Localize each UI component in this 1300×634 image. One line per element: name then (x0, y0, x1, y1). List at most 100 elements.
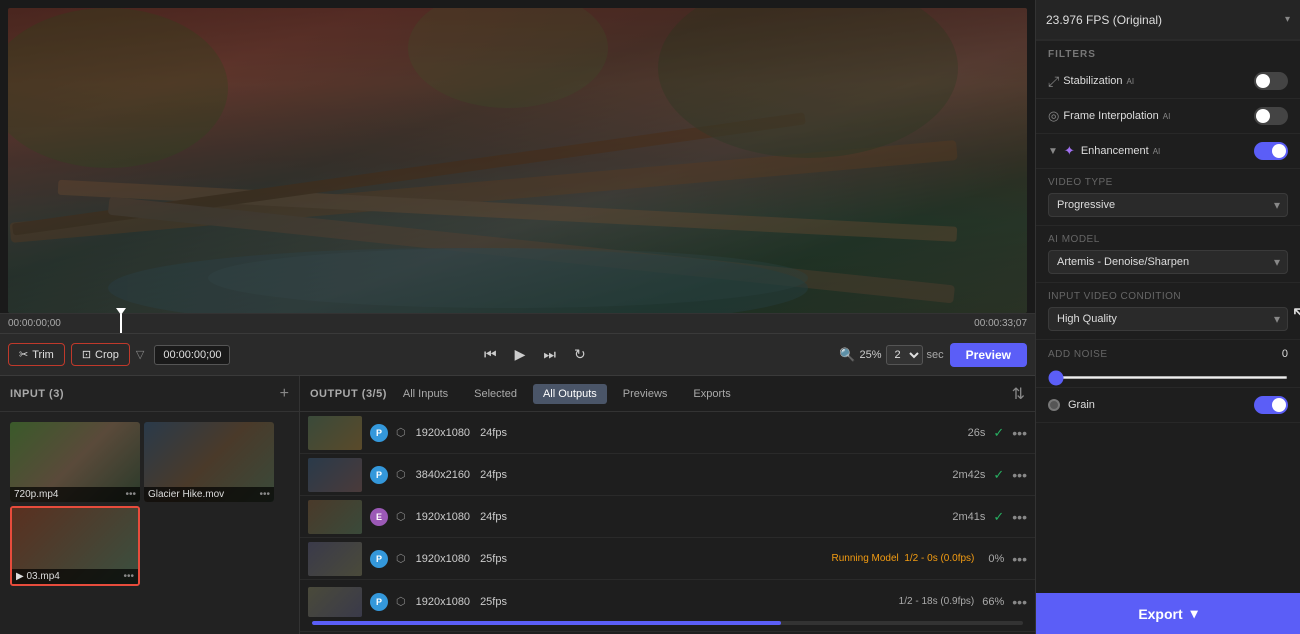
tab-previews[interactable]: Previews (613, 384, 678, 404)
time-display[interactable]: 00:00:00;00 (154, 345, 230, 365)
check-icon-1: ✓ (993, 425, 1004, 441)
enhancement-sparkle-icon: ✦ (1064, 143, 1075, 159)
badge-p-1: P (370, 424, 388, 442)
output-row-4[interactable]: P ⬡ 1920x1080 25fps Running Model 1/2 - … (300, 538, 1035, 580)
add-input-button[interactable]: + (280, 386, 289, 402)
output-fps-5: 25fps (480, 596, 507, 608)
input-thumb-3[interactable]: ▶ 03.mp4 ••• (10, 506, 140, 586)
tab-all-outputs[interactable]: All Outputs (533, 384, 607, 404)
output-icon-1: ⬡ (396, 426, 406, 439)
tab-selected[interactable]: Selected (464, 384, 527, 404)
add-noise-slider[interactable] (1048, 376, 1288, 379)
step-back-button[interactable]: ⏮ (478, 342, 503, 367)
trim-label: Trim (32, 349, 54, 361)
tab-all-inputs[interactable]: All Inputs (393, 384, 458, 404)
output-res-5: 1920x1080 (416, 596, 470, 608)
input-condition-wrapper: High Quality Low Quality Very Compressed… (1048, 307, 1288, 331)
controls-row: ✂ Trim ⊡ Crop ▽ 00:00:00;00 ⏮ ▶ ⏭ ↻ 🔍 25… (0, 334, 1035, 376)
ai-model-label: AI MODEL (1048, 234, 1288, 245)
filters-header: FILTERS (1036, 41, 1300, 64)
frame-interpolation-toggle[interactable] (1254, 107, 1288, 125)
ai-model-wrapper: Artemis - Denoise/Sharpen Gaia - HQ Thei… (1048, 250, 1288, 274)
output-row-1[interactable]: P ⬡ 1920x1080 24fps 26s ✓ ••• (300, 412, 1035, 454)
output-res-1: 1920x1080 (416, 427, 470, 439)
output-fps-1: 24fps (480, 427, 507, 439)
ai-model-select[interactable]: Artemis - Denoise/Sharpen Gaia - HQ Thei… (1048, 250, 1288, 274)
crop-label: Crop (95, 349, 119, 361)
output-info-2: ⬡ 3840x2160 24fps (396, 468, 944, 481)
enhancement-name: Enhancement AI (1081, 145, 1248, 157)
more-button-1[interactable]: ••• (1012, 425, 1027, 441)
scissors-icon: ✂ (19, 348, 28, 361)
output-row-2[interactable]: P ⬡ 3840x2160 24fps 2m42s ✓ ••• (300, 454, 1035, 496)
frame-interpolation-icon: ◎ (1048, 108, 1059, 124)
enhancement-header[interactable]: ▼ ✦ Enhancement AI (1036, 134, 1300, 169)
thumb-more-1[interactable]: ••• (125, 489, 136, 500)
video-type-label: VIDEO TYPE (1048, 177, 1288, 188)
output-thumb-5 (308, 587, 362, 617)
step-forward-button[interactable]: ⏭ (537, 342, 562, 367)
percent-5: 66% (982, 596, 1004, 608)
check-icon-2: ✓ (993, 467, 1004, 483)
input-condition-select[interactable]: High Quality Low Quality Very Compressed (1048, 307, 1288, 331)
preview-button[interactable]: Preview (950, 343, 1027, 367)
zoom-select[interactable]: 2 4 8 (886, 345, 923, 365)
grain-row: Grain (1036, 388, 1300, 423)
input-panel: INPUT (3) + 720p.mp4 ••• Glacier Hike.mo… (0, 376, 300, 634)
collapse-icon: ▼ (1048, 146, 1058, 157)
output-row-5[interactable]: P ⬡ 1920x1080 25fps 1/2 - 18s (0.9fps) 6… (300, 580, 1035, 632)
more-button-4[interactable]: ••• (1012, 551, 1027, 567)
fps-label: 23.976 FPS (Original) (1046, 13, 1162, 27)
loop-button[interactable]: ↻ (568, 342, 592, 367)
output-row-3[interactable]: E ⬡ 1920x1080 24fps 2m41s ✓ ••• (300, 496, 1035, 538)
thumb-more-2[interactable]: ••• (259, 489, 270, 500)
trim-button[interactable]: ✂ Trim (8, 343, 65, 366)
output-thumb-1 (308, 416, 362, 450)
grain-toggle[interactable] (1254, 396, 1288, 414)
frame-interpolation-row: ◎ Frame Interpolation AI (1036, 99, 1300, 134)
more-button-5[interactable]: ••• (1012, 594, 1027, 610)
playhead[interactable] (120, 314, 122, 333)
io-area: INPUT (3) + 720p.mp4 ••• Glacier Hike.mo… (0, 376, 1035, 634)
stabilization-toggle[interactable] (1254, 72, 1288, 90)
input-panel-header: INPUT (3) + (0, 376, 299, 412)
export-button[interactable]: Export ▾ (1036, 593, 1300, 634)
output-res-2: 3840x2160 (416, 469, 470, 481)
time-start: 00:00:00;00 (8, 318, 61, 329)
output-icon-2: ⬡ (396, 468, 406, 481)
sort-button[interactable]: ⇅ (1012, 384, 1025, 404)
stabilization-row: ⤢ Stabilization AI (1036, 64, 1300, 99)
more-button-2[interactable]: ••• (1012, 467, 1027, 483)
output-thumb-4 (308, 542, 362, 576)
progress-bar-5 (312, 621, 1023, 625)
timeline-ruler[interactable]: 00:00:00;00 00:00:33;07 (0, 314, 1035, 334)
output-duration-3: 2m41s (952, 511, 985, 523)
ai-model-section: AI MODEL Artemis - Denoise/Sharpen Gaia … (1036, 226, 1300, 283)
output-info-5: ⬡ 1920x1080 25fps (396, 595, 891, 608)
tab-exports[interactable]: Exports (683, 384, 740, 404)
add-noise-section: ADD NOISE 0 (1036, 340, 1300, 388)
stabilization-icon: ⤢ (1048, 73, 1059, 90)
zoom-icon: 🔍 (839, 347, 855, 363)
stabilization-icon-area: ⤢ Stabilization AI (1048, 73, 1246, 90)
enhancement-toggle[interactable] (1254, 142, 1288, 160)
input-thumb-1[interactable]: 720p.mp4 ••• (10, 422, 140, 502)
input-thumb-2[interactable]: Glacier Hike.mov ••• (144, 422, 274, 502)
running-label-4: Running Model 1/2 - 0s (0.0fps) (832, 553, 975, 564)
thumb-more-3[interactable]: ••• (123, 571, 134, 582)
output-duration-1: 26s (968, 427, 986, 439)
playhead-flag-icon: ▽ (136, 348, 144, 361)
output-res-3: 1920x1080 (416, 511, 470, 523)
play-button[interactable]: ▶ (509, 342, 532, 367)
add-noise-label: ADD NOISE (1048, 349, 1282, 360)
crop-button[interactable]: ⊡ Crop (71, 343, 130, 366)
fps-dropdown[interactable]: 23.976 FPS (Original) ▾ (1036, 0, 1300, 40)
output-fps-2: 24fps (480, 469, 507, 481)
output-info-1: ⬡ 1920x1080 24fps (396, 426, 960, 439)
grain-dot-icon (1048, 399, 1060, 411)
output-info-3: ⬡ 1920x1080 24fps (396, 510, 944, 523)
zoom-value: 25% (859, 349, 881, 361)
video-type-select[interactable]: Progressive Interlaced (1048, 193, 1288, 217)
more-button-3[interactable]: ••• (1012, 509, 1027, 525)
output-icon-5: ⬡ (396, 595, 406, 608)
